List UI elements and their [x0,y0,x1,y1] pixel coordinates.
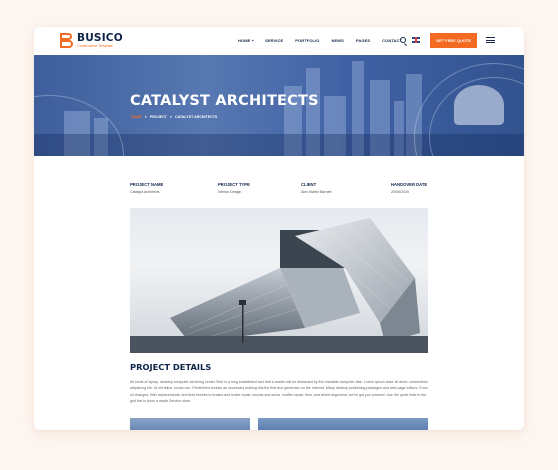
brand-logo[interactable]: BUSICO Construction Template [60,33,123,49]
info-label: PROJECT TYPE [218,182,250,187]
info-value: Interior Design [218,189,242,194]
nav-item-news[interactable]: NEWS [332,38,344,43]
uk-flag-icon[interactable] [412,37,420,43]
info-label: PROJECT NAME [130,182,164,187]
get-free-quote-button[interactable]: GET FREE QUOTE [430,33,477,48]
info-handover-date: HANDOVER DATE 25/05/2029 [391,182,427,194]
site-header: BUSICO Construction Template HOME + SERV… [34,27,524,55]
helmet-decoration [454,85,504,125]
nav-item-portfolio[interactable]: PORTFOLIO [295,38,319,43]
info-project-type: PROJECT TYPE Interior Design [218,182,250,194]
gallery-image [130,418,250,430]
breadcrumb: HOME > PROJECT > CATALYST ARCHITECTS [131,115,217,119]
nav-item-home[interactable]: HOME + [238,38,254,43]
info-project-name: PROJECT NAME Catalyst Architects [130,182,163,194]
info-value: Catalyst Architects [130,189,160,194]
main-nav: HOME + SERVICE PORTFOLIO NEWS PAGES CONT… [238,38,414,43]
nav-item-pages[interactable]: PAGES [356,38,370,43]
nav-item-service[interactable]: SERVICE [265,38,283,43]
project-image [130,208,428,353]
info-client: CLIENT Alex Martin Barnett [301,182,332,194]
hero-banner: CATALYST ARCHITECTS HOME > PROJECT > CAT… [34,55,524,156]
project-details-text: All kinds of laptop, desktop computer se… [130,380,428,404]
logo-mark-icon [60,33,74,49]
info-value: 25/05/2029 [391,189,409,194]
brand-name: BUSICO [77,32,123,45]
gallery-image [258,418,428,430]
info-value: Alex Martin Barnett [301,189,332,194]
breadcrumb-separator: > [169,115,172,119]
project-details-heading: PROJECT DETAILS [130,362,212,372]
page-title: CATALYST ARCHITECTS [130,93,319,109]
brand-tagline: Construction Template [77,43,113,48]
search-icon[interactable] [400,37,406,43]
breadcrumb-current: CATALYST ARCHITECTS [174,115,218,119]
page-card: BUSICO Construction Template HOME + SERV… [34,27,524,430]
info-label: HANDOVER DATE [391,182,428,187]
hamburger-menu-icon[interactable] [486,37,495,43]
breadcrumb-separator: > [144,115,147,119]
breadcrumb-home[interactable]: HOME [131,115,142,119]
info-label: CLIENT [301,182,317,187]
breadcrumb-project[interactable]: PROJECT [150,115,167,119]
